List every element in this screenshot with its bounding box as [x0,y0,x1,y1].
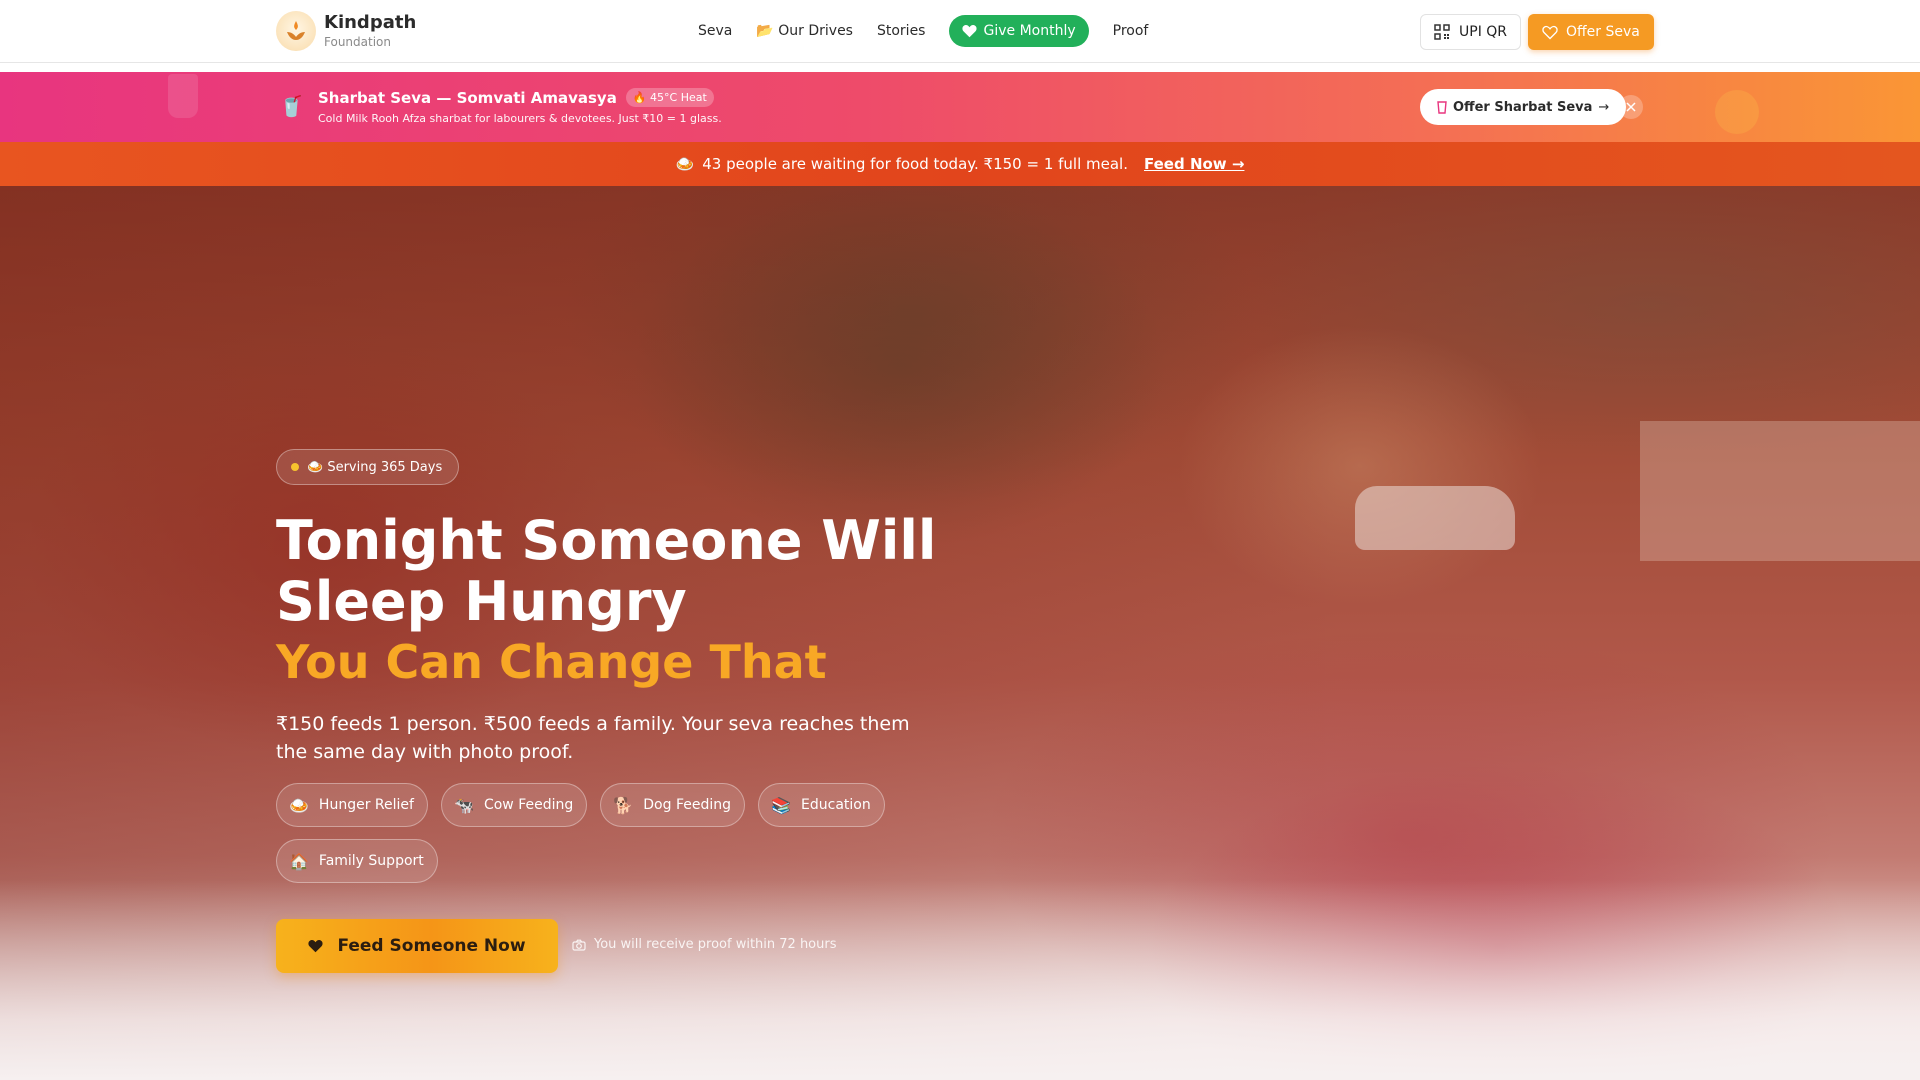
drink-icon: 🥤 [279,94,304,118]
qr-code-icon [1434,24,1450,40]
kindpath-logo [276,11,316,51]
chip-dog-feeding[interactable]: 🐕 Dog Feeding [600,783,745,827]
hero-description: ₹150 feeds 1 person. ₹500 feeds a family… [276,713,910,763]
nav-give-monthly-label: Give Monthly [983,23,1076,39]
arrow-right-icon: → [1598,99,1610,115]
sun-decoration [1715,90,1759,134]
hero-section: 🍛 Serving 365 Days Tonight Someone Will … [0,186,1920,1080]
promo-subtitle: Cold Milk Rooh Afza sharbat for labourer… [318,112,722,125]
serving-badge: 🍛 Serving 365 Days [276,449,460,485]
site-header: Kindpath Foundation Seva 📂 Our Drives St… [0,0,1920,63]
chip-label: Dog Feeding [643,797,731,813]
dog-icon: 🐕 [613,795,634,815]
serving-badge-label: 🍛 Serving 365 Days [307,459,443,475]
close-icon [1626,102,1636,112]
upi-qr-button[interactable]: UPI QR [1420,14,1522,50]
hero-accent-text: You Can Change That [276,635,827,689]
nav-give-monthly[interactable]: Give Monthly [949,15,1089,47]
main-nav: Seva 📂 Our Drives Stories Give Monthly P… [698,15,1172,47]
chip-label: Hunger Relief [318,797,414,813]
offer-seva-label: Offer Seva [1566,24,1640,40]
promo-title: Sharbat Seva — Somvati Amavasya [318,88,617,107]
urgency-bar: 🍛 43 people are waiting for food today. … [0,142,1920,186]
chip-education[interactable]: 📚 Education [758,783,885,827]
proof-note-text: You will receive proof within 72 hours [594,937,837,952]
upi-qr-label: UPI QR [1459,24,1508,40]
proof-note: You will receive proof within 72 hours [572,937,837,952]
chip-label: Family Support [318,853,424,869]
heart-icon [962,25,978,38]
food-bowl-icon: 🍛 [289,795,309,815]
chip-cow-feeding[interactable]: 🐄 Cow Feeding [441,783,588,827]
offer-sharbat-seva-label: Offer Sharbat Seva [1453,99,1593,115]
feed-now-link[interactable]: Feed Now → [1144,155,1244,173]
cup-icon [1437,100,1447,114]
brand-name: Kindpath [324,12,417,33]
food-bowl-icon: 🍛 [675,155,695,173]
camera-icon [572,939,586,951]
status-dot-icon [291,463,299,471]
brand-subtitle: Foundation [324,35,391,49]
nav-seva[interactable]: Seva [698,23,732,39]
nav-our-drives[interactable]: 📂 Our Drives [756,23,853,39]
heat-badge: 🔥 45°C Heat [625,88,714,107]
heart-icon [308,940,324,953]
urgency-text: 43 people are waiting for food today. ₹1… [702,155,1128,173]
chip-label: Education [801,797,871,813]
chip-family-support[interactable]: 🏠 Family Support [276,839,438,883]
close-promo-button[interactable] [1619,95,1643,119]
offer-sharbat-seva-button[interactable]: Offer Sharbat Seva → [1420,89,1627,125]
nav-stories[interactable]: Stories [877,23,926,39]
offer-seva-button[interactable]: Offer Seva [1528,14,1654,50]
hero-bottom-fade [0,880,1920,1080]
cause-chips: 🍛 Hunger Relief 🐄 Cow Feeding 🐕 Dog Feed… [276,783,896,895]
heart-outline-icon [1542,25,1558,39]
chip-hunger-relief[interactable]: 🍛 Hunger Relief [276,783,428,827]
glass-decoration [168,74,198,118]
brand-logo-link[interactable]: Kindpath Foundation [276,11,416,51]
house-icon: 🏠 [289,851,309,871]
hands-flame-icon [287,21,305,40]
feed-someone-now-button[interactable]: Feed Someone Now [276,919,558,973]
feed-someone-now-label: Feed Someone Now [337,936,526,956]
nav-proof[interactable]: Proof [1113,23,1149,39]
chip-label: Cow Feeding [483,797,574,813]
cow-icon: 🐄 [454,795,474,815]
hero-title: Tonight Someone Will Sleep Hungry [276,509,937,633]
books-icon: 📚 [771,795,792,815]
